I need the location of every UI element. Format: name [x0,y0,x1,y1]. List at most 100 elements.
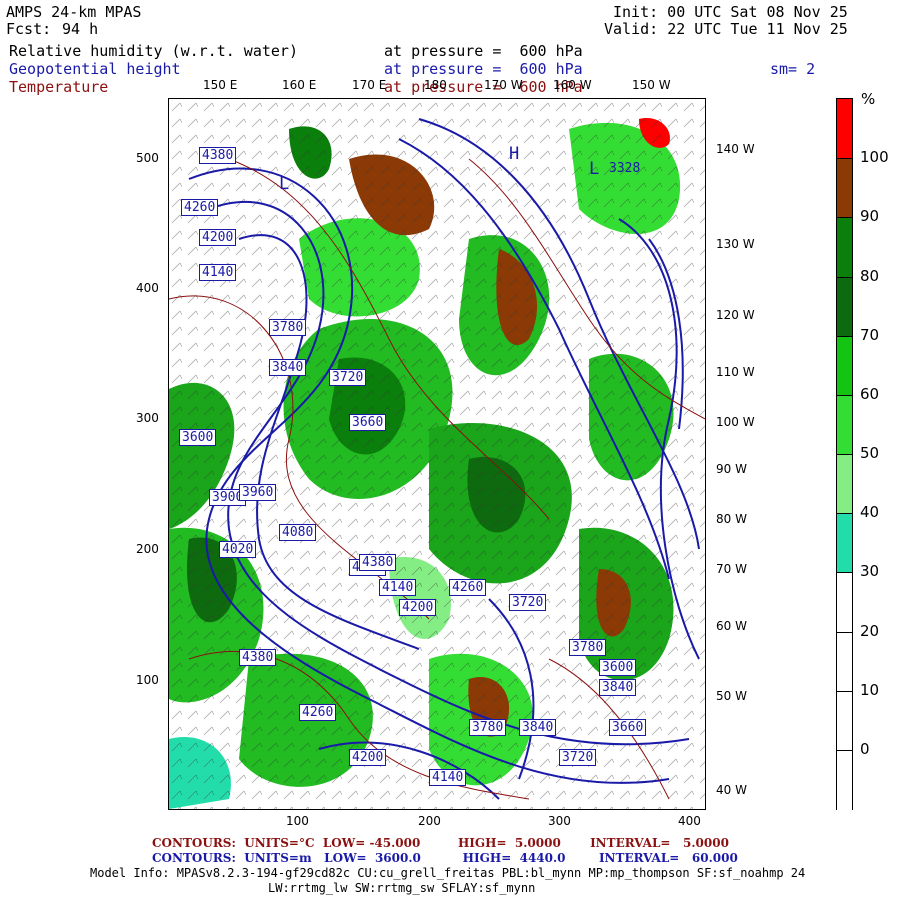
y-tick-500: 500 [136,151,159,165]
lon-top-180: 180 [424,78,447,92]
forecast-hours: 94 h [62,20,99,38]
colorbar-segment [837,631,852,692]
colorbar-label: 10 [860,680,880,699]
colorbar-label: 50 [860,444,880,462]
lon-top-160e: 160 E [282,78,317,92]
colorbar-label: 20 [860,621,880,640]
height-contour-label: 3600 [599,659,637,676]
height-contour-label: 3720 [509,594,547,611]
height-contour-label: 3840 [519,719,557,736]
colorbar-segment [837,572,852,633]
lon-right-100w: 100 W [716,415,755,429]
colorbar-segment [837,749,852,810]
height-contour-label: 3720 [329,369,367,386]
height-contour-info: CONTOURS: UNITS=m LOW= 3600.0 HIGH= 4440… [152,851,738,865]
colorbar-segment [837,335,852,396]
lon-right-140w: 140 W [716,142,755,156]
colorbar-label: 80 [860,266,880,285]
lon-right-110w: 110 W [716,365,755,379]
colorbar-label: 40 [860,503,880,522]
low-value-label: 3328 [609,161,641,176]
colorbar-label: 100 [860,148,889,167]
weather-map [169,99,705,809]
field-rh-level: at pressure = 600 hPa [384,42,583,60]
model-info-2: LW:rrtmg_lw SW:rrtmg_sw SFLAY:sf_mynn [268,881,536,895]
height-contour-label: 4140 [379,579,417,596]
temp-contour-info: CONTOURS: UNITS=°C LOW= -45.000 HIGH= 5.… [152,836,729,850]
lon-top-170w: 170 W [484,78,523,92]
height-contour-label: 3780 [269,319,307,336]
colorbar-label: 90 [860,207,880,226]
height-contour-label: 4380 [239,649,277,666]
lon-right-130w: 130 W [716,237,755,251]
lon-top-170e: 170 E [352,78,387,92]
field-rh-name: Relative humidity (w.r.t. water) [9,42,298,60]
smoothing-label: sm= 2 [770,60,816,78]
x-tick-200: 200 [418,814,441,828]
x-tick-400: 400 [678,814,701,828]
height-contour-label: 4260 [181,199,219,216]
height-contour-label: 3780 [569,639,607,656]
field-height-name: Geopotential height [9,60,181,78]
colorbar-unit: % [861,90,876,108]
lon-top-160w: 160 W [553,78,592,92]
colorbar-segment [837,158,852,219]
colorbar-segment [837,690,852,751]
low-marker: L [589,159,600,179]
lon-right-90w: 90 W [716,462,747,476]
model-info: Model Info: MPASv8.2.3-194-gf29cd82c CU:… [90,866,806,880]
height-contour-label: 4200 [349,749,387,766]
height-contour-label: 3660 [349,414,387,431]
forecast-label: Fcst: [6,20,52,38]
height-contour-label: 4200 [399,599,437,616]
colorbar-label: 60 [860,384,880,403]
colorbar-segment [837,99,852,159]
x-tick-300: 300 [548,814,571,828]
lon-right-40w: 40 W [716,783,747,797]
high-marker: H [509,144,520,164]
height-contour-label: 4200 [199,229,237,246]
height-contour-label: 4140 [429,769,467,786]
y-tick-200: 200 [136,542,159,556]
colorbar-label: 0 [860,739,870,758]
colorbar-segment [837,394,852,455]
lon-right-120w: 120 W [716,308,755,322]
colorbar [836,98,853,810]
colorbar-label: 30 [860,562,880,581]
height-contour-label: 4020 [219,541,257,558]
height-contour-label: 4260 [299,704,337,721]
x-tick-100: 100 [286,814,309,828]
model-title: AMPS 24-km MPAS [6,3,142,21]
init-time: Init: 00 UTC Sat 08 Nov 25 [613,3,848,21]
lon-right-60w: 60 W [716,619,747,633]
colorbar-segment [837,217,852,278]
lon-top-150w: 150 W [632,78,671,92]
height-contour-label: 4380 [199,147,237,164]
height-contour-label: 3840 [269,359,307,376]
y-tick-400: 400 [136,281,159,295]
valid-time: Valid: 22 UTC Tue 11 Nov 25 [604,20,848,38]
height-contour-label: 4140 [199,264,237,281]
height-contour-label: 3780 [469,719,507,736]
height-contour-label: 4260 [449,579,487,596]
colorbar-segment [837,513,852,574]
height-contour-label: 3840 [599,679,637,696]
y-tick-100: 100 [136,673,159,687]
colorbar-label: 70 [860,325,880,344]
lon-right-80w: 80 W [716,512,747,526]
height-contour-label: 4080 [279,524,317,541]
lon-right-50w: 50 W [716,689,747,703]
field-temp-name: Temperature [9,78,109,96]
colorbar-segment [837,454,852,515]
map-panel: 4380 4260 4200 4140 3780 3840 3720 3660 3600 3900… [168,98,706,810]
lon-top-150e: 150 E [203,78,238,92]
height-contour-label: 3720 [559,749,597,766]
low-marker: L [279,174,290,194]
height-contour-label: 4380 [359,554,397,571]
height-contour-label: 3600 [179,429,217,446]
y-tick-300: 300 [136,411,159,425]
height-contour-label: 3960 [239,484,277,501]
lon-right-70w: 70 W [716,562,747,576]
field-height-level: at pressure = 600 hPa [384,60,583,78]
colorbar-segment [837,276,852,337]
